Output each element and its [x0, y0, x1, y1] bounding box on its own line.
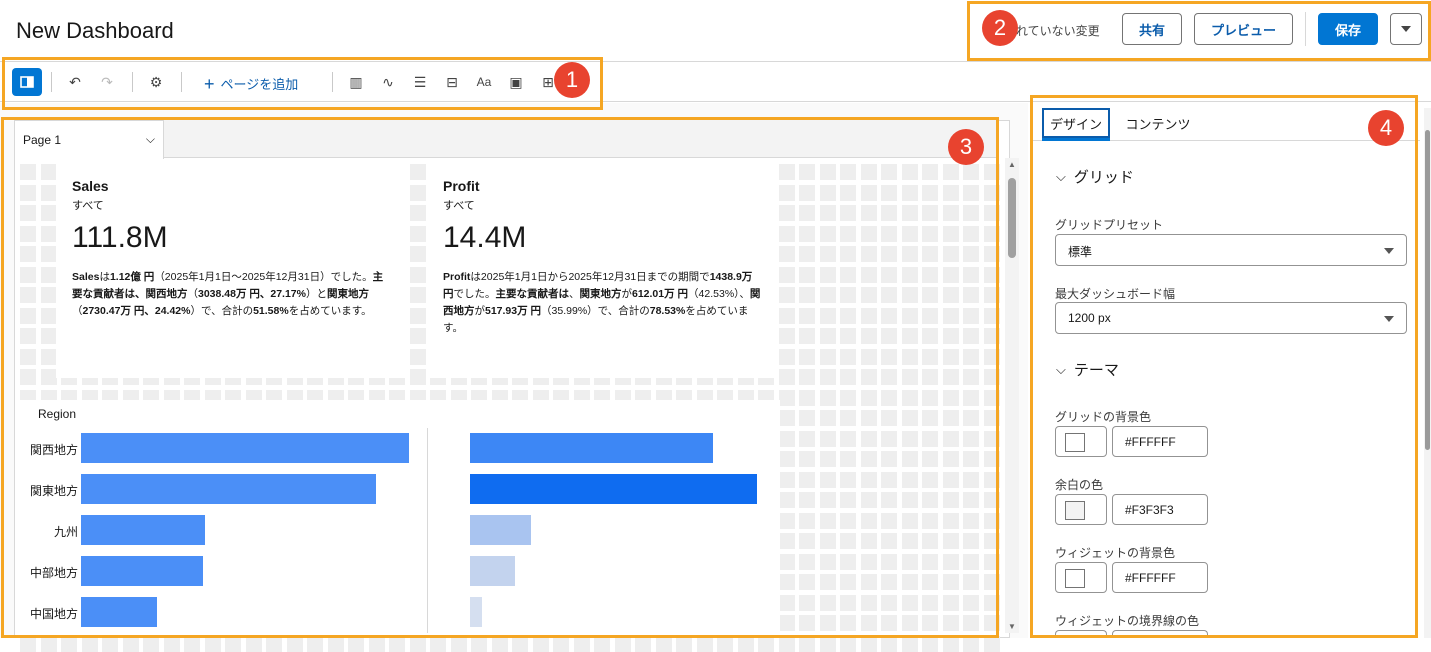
grid-cell [656, 636, 672, 652]
page-title: New Dashboard [16, 18, 174, 43]
annotation-box-canvas [1, 117, 999, 638]
grid-cell [861, 636, 877, 652]
grid-cell [430, 636, 446, 652]
grid-cell [205, 636, 221, 652]
annotation-box-header-actions [967, 1, 1431, 61]
grid-cell [246, 636, 262, 652]
grid-cell [307, 636, 323, 652]
grid-cell [635, 636, 651, 652]
grid-cell [102, 636, 118, 652]
grid-cell [553, 636, 569, 652]
grid-cell [143, 636, 159, 652]
grid-cell [164, 636, 180, 652]
grid-cell [779, 636, 795, 652]
grid-cell [574, 636, 590, 652]
grid-cell [738, 636, 754, 652]
grid-cell [984, 636, 1000, 652]
grid-cell [41, 636, 57, 652]
grid-cell [61, 636, 77, 652]
grid-cell [348, 636, 364, 652]
canvas-scrollbar[interactable]: ▲ ▼ [1005, 158, 1019, 633]
annotation-box-toolbar [2, 57, 603, 110]
grid-cell [451, 636, 467, 652]
grid-cell [697, 636, 713, 652]
grid-cell [82, 636, 98, 652]
grid-cell [676, 636, 692, 652]
annotation-box-panel [1030, 95, 1418, 638]
grid-cell [184, 636, 200, 652]
grid-cell [799, 636, 815, 652]
annotation-badge: 1 [554, 62, 590, 98]
annotation-badge: 2 [982, 10, 1018, 46]
grid-cell [943, 636, 959, 652]
annotation-badge: 4 [1368, 110, 1404, 146]
grid-cell [840, 636, 856, 652]
grid-cell [758, 636, 774, 652]
grid-cell [533, 636, 549, 652]
scrollbar-thumb[interactable] [1008, 178, 1016, 258]
grid-cell [287, 636, 303, 652]
grid-cell [328, 636, 344, 652]
grid-cell [512, 636, 528, 652]
grid-cell [123, 636, 139, 652]
grid-cell [389, 636, 405, 652]
grid-cell [615, 636, 631, 652]
grid-cell [963, 636, 979, 652]
grid-cell [902, 636, 918, 652]
grid-cell [266, 636, 282, 652]
grid-cell [881, 636, 897, 652]
grid-cell [492, 636, 508, 652]
grid-cell [369, 636, 385, 652]
scroll-up-icon: ▲ [1008, 160, 1016, 169]
grid-cell [20, 636, 36, 652]
grid-cell [471, 636, 487, 652]
grid-cell [717, 636, 733, 652]
scroll-down-icon: ▼ [1008, 622, 1016, 631]
grid-cell [225, 636, 241, 652]
grid-cell [594, 636, 610, 652]
panel-scrollbar-thumb[interactable] [1425, 130, 1430, 450]
grid-cell [922, 636, 938, 652]
annotation-badge: 3 [948, 129, 984, 165]
grid-cell [820, 636, 836, 652]
panel-scrollbar[interactable] [1424, 108, 1431, 638]
grid-cell [410, 636, 426, 652]
